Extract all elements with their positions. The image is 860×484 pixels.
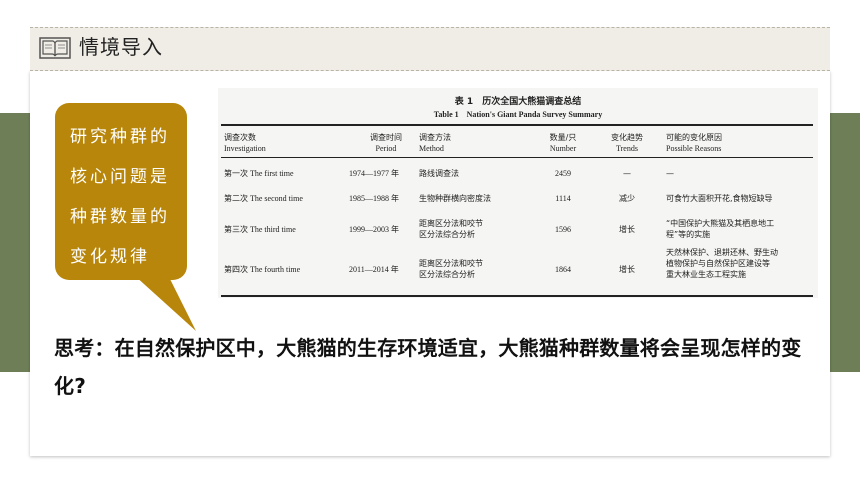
table-cell: 1596 xyxy=(555,225,571,234)
table-cell: 第二次 The second time xyxy=(224,194,303,203)
table-cell: 1974—1977 年 xyxy=(349,169,399,178)
table-cell: — xyxy=(666,169,674,178)
header-number: 数量/只 Number xyxy=(549,133,577,153)
table-cell: 2459 xyxy=(555,169,571,178)
header-trends: 变化趋势 Trends xyxy=(611,133,643,153)
table-cell: — xyxy=(623,169,631,178)
table-cell: 可食竹大面积开花,食物短缺导 xyxy=(666,194,773,203)
table-top-rule xyxy=(221,124,813,126)
page-title: 情境导入 xyxy=(79,35,163,59)
table-cell: 距离区分法和咬节 区分法综合分析 xyxy=(419,219,483,239)
table-caption-en: Table 1 Nation's Giant Panda Survey Summ… xyxy=(433,110,603,119)
bubble-text: 研究种群的核心问题是种群数量的变化规律 xyxy=(70,127,170,267)
table-cell: 1864 xyxy=(555,265,571,274)
table-cell: 2011—2014 年 xyxy=(349,265,399,274)
table-cell: 1999—2003 年 xyxy=(349,225,399,234)
table-cell: 路线调查法 xyxy=(419,169,459,178)
header-investigation: 调查次数 Investigation xyxy=(224,133,266,153)
table-cell: 距离区分法和咬节 区分法综合分析 xyxy=(419,259,483,279)
header-method: 调查方法 Method xyxy=(419,133,451,153)
speech-bubble: 研究种群的核心问题是种群数量的变化规律 xyxy=(55,103,187,280)
table-cell: 增长 xyxy=(619,265,635,274)
table-caption-cn: 表 1 历次全国大熊猫调查总结 xyxy=(454,97,582,107)
table-cell: 生物种群横向密度法 xyxy=(419,194,491,203)
bubble-tail xyxy=(134,275,196,331)
header-period: 调查时间 Period xyxy=(370,133,402,153)
table-cell: 1114 xyxy=(555,194,571,203)
question-text: 思考：在自然保护区中，大熊猫的生存环境适宜，大熊猫种群数量将会呈现怎样的变化? xyxy=(54,336,802,398)
table-cell: 1985—1988 年 xyxy=(349,194,399,203)
table-cell: “中国保护大熊猫及其栖息地工 程”等的实施 xyxy=(666,219,775,239)
survey-table: 表 1 历次全国大熊猫调查总结 Table 1 Nation's Giant P… xyxy=(218,88,818,298)
book-icon xyxy=(39,37,71,59)
table-cell: 增长 xyxy=(619,225,635,234)
table-cell: 第一次 The first time xyxy=(224,169,294,178)
table-cell: 第四次 The fourth time xyxy=(224,265,301,274)
table-cell: 第三次 The third time xyxy=(224,225,296,234)
table-header-rule xyxy=(221,157,813,158)
table-cell: 天然林保护、退耕还林、野生动 植物保护与自然保护区建设等 重大林业生态工程实施 xyxy=(666,248,778,279)
table-bottom-rule xyxy=(221,295,813,297)
header-reasons: 可能的变化原因 Possible Reasons xyxy=(666,133,722,153)
table-cell: 减少 xyxy=(619,194,635,203)
